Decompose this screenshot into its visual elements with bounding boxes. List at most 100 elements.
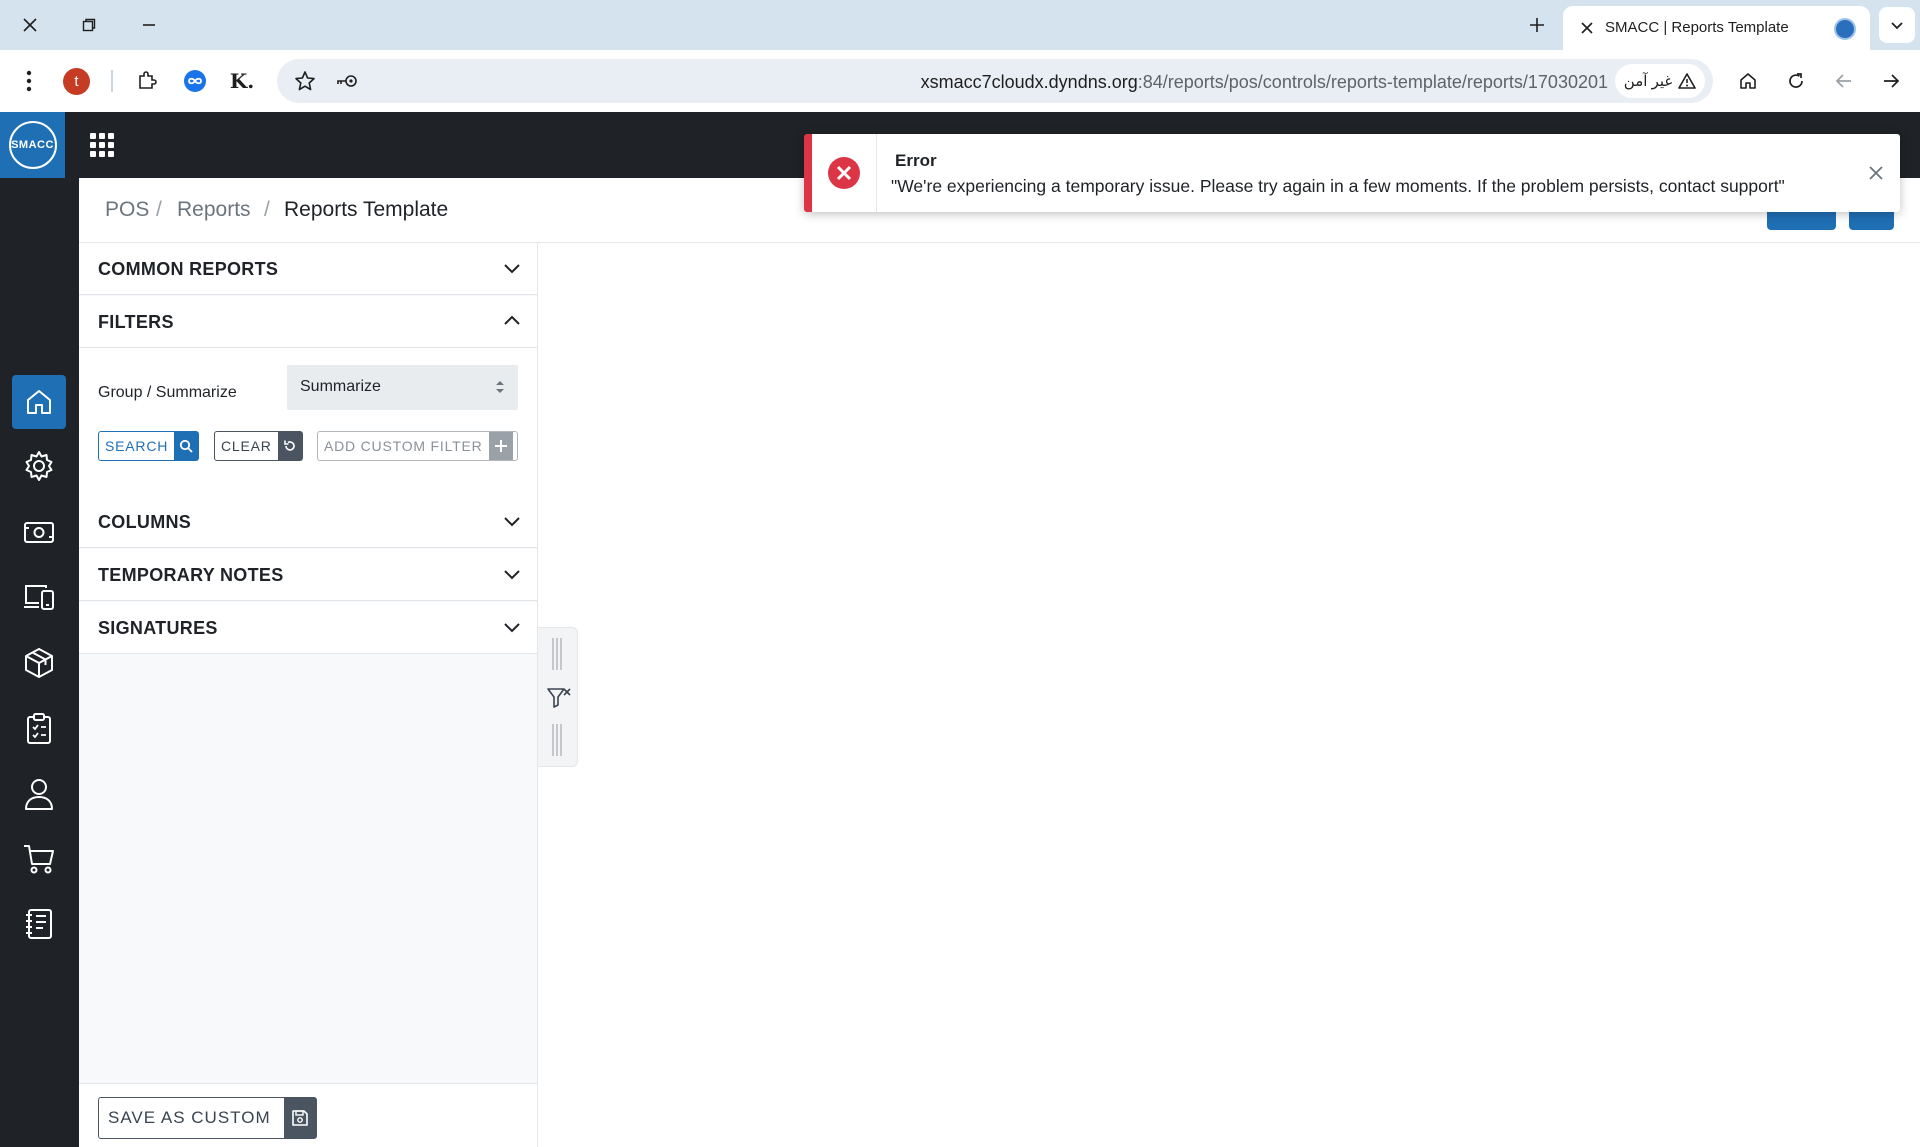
section-title: SIGNATURES — [98, 618, 218, 638]
breadcrumb-pos[interactable]: POS — [105, 198, 149, 222]
home-browser-icon[interactable] — [1733, 66, 1763, 96]
group-summarize-label: Group / Summarize — [98, 384, 237, 401]
k-extension-icon[interactable]: K. — [227, 66, 257, 96]
select-value: Summarize — [300, 378, 381, 395]
profile-avatar[interactable]: t — [63, 68, 90, 95]
save-bar: SAVE AS CUSTOM — [79, 1083, 537, 1147]
browser-menu-icon[interactable] — [14, 66, 44, 96]
window-restore-icon[interactable] — [75, 11, 103, 39]
cash-icon — [24, 522, 54, 543]
nav-reports[interactable] — [12, 701, 66, 755]
tab-favicon-icon — [1834, 18, 1856, 40]
add-custom-filter-button[interactable]: ADD CUSTOM FILTER — [317, 431, 518, 461]
filters-body: Group / Summarize Summarize SEARCH CLEAR… — [79, 348, 537, 496]
save-as-custom-label: SAVE AS CUSTOM — [108, 1108, 271, 1127]
window-close-icon[interactable] — [16, 11, 44, 39]
address-bar[interactable]: xsmacc7cloudx.dyndns.org:84/reports/pos/… — [277, 59, 1713, 103]
nav-users[interactable] — [12, 767, 66, 821]
url-host: xsmacc7cloudx.dyndns.org — [920, 72, 1138, 92]
chevron-up-icon — [504, 315, 520, 325]
infinity-extension-icon[interactable] — [180, 66, 210, 96]
chevron-down-icon — [504, 623, 520, 633]
home-icon — [27, 390, 51, 414]
extensions-icon[interactable] — [132, 66, 162, 96]
nav-cash[interactable] — [12, 505, 66, 559]
group-summarize-select[interactable]: Summarize — [287, 365, 518, 410]
user-icon — [25, 779, 53, 810]
drag-handle-icon — [552, 638, 562, 670]
section-common-reports[interactable]: COMMON REPORTS — [79, 243, 537, 295]
breadcrumb-separator: / — [264, 198, 270, 221]
select-arrows-icon — [496, 381, 504, 393]
error-toast: Error "We're experiencing a temporary is… — [804, 134, 1900, 212]
tab-close-icon[interactable] — [1575, 16, 1599, 40]
section-title: COLUMNS — [98, 512, 192, 532]
error-circle-icon — [828, 157, 860, 189]
cart-icon — [24, 845, 54, 874]
search-label: SEARCH — [105, 438, 169, 454]
logo-text: SMACC — [8, 121, 57, 169]
tab-title: SMACC | Reports Template — [1605, 19, 1789, 36]
add-custom-filter-label: ADD CUSTOM FILTER — [324, 438, 483, 454]
page-title: Reports Template — [284, 198, 449, 221]
search-icon — [174, 432, 198, 460]
toast-message: "We're experiencing a temporary issue. P… — [891, 176, 1785, 196]
toast-close-icon[interactable] — [1865, 162, 1887, 184]
app-launcher-icon[interactable] — [90, 133, 114, 157]
search-button[interactable]: SEARCH — [98, 431, 199, 461]
breadcrumb-separator: / — [156, 198, 162, 221]
forward-arrow-icon[interactable] — [1876, 66, 1906, 96]
security-indicator[interactable]: غير آمن — [1615, 64, 1705, 98]
window-minimize-icon[interactable] — [135, 11, 163, 39]
chevron-down-icon — [504, 517, 520, 527]
password-key-icon[interactable] — [332, 66, 362, 96]
report-options-panel: COMMON REPORTS FILTERS Group / Summarize… — [79, 243, 538, 1147]
panel-resize-handle[interactable] — [538, 627, 578, 767]
toast-title: Error — [895, 151, 937, 170]
app-logo[interactable]: SMACC — [0, 112, 65, 178]
breadcrumb-reports[interactable]: Reports — [177, 198, 251, 222]
clear-filter-icon — [547, 688, 571, 708]
nav-devices[interactable] — [12, 570, 66, 624]
section-title: COMMON REPORTS — [98, 259, 279, 279]
box-icon — [25, 648, 53, 678]
bookmark-star-icon[interactable] — [290, 66, 320, 96]
section-filters[interactable]: FILTERS — [79, 296, 537, 348]
save-as-custom-button[interactable]: SAVE AS CUSTOM — [98, 1097, 317, 1139]
toast-icon-column — [812, 134, 877, 212]
url-text[interactable]: xsmacc7cloudx.dyndns.org:84/reports/pos/… — [921, 72, 1608, 93]
url-path: :84/reports/pos/controls/reports-templat… — [1137, 72, 1608, 92]
tab-search-button[interactable] — [1879, 7, 1915, 43]
clear-label: CLEAR — [221, 438, 272, 454]
side-navigation — [0, 178, 79, 1147]
section-columns[interactable]: COLUMNS — [79, 496, 537, 548]
devices-icon — [24, 585, 54, 610]
plus-icon — [488, 432, 513, 460]
nav-settings[interactable] — [12, 439, 66, 493]
ledger-icon — [26, 909, 52, 939]
nav-accounting[interactable] — [12, 897, 66, 951]
save-icon — [284, 1098, 316, 1138]
toolbar-divider — [111, 70, 113, 92]
clipboard-icon — [27, 713, 51, 744]
section-title: TEMPORARY NOTES — [98, 565, 284, 585]
browser-tabbar: SMACC | Reports Template — [0, 0, 1920, 50]
section-title: FILTERS — [98, 312, 174, 332]
reload-icon[interactable] — [1781, 66, 1811, 96]
reset-icon — [277, 432, 302, 460]
warning-icon — [1678, 73, 1697, 89]
security-label: غير آمن — [1623, 73, 1673, 90]
drag-handle-icon — [552, 724, 562, 756]
nav-home[interactable] — [12, 375, 66, 429]
clear-button[interactable]: CLEAR — [214, 431, 303, 461]
back-arrow-icon[interactable] — [1829, 66, 1859, 96]
new-tab-button[interactable] — [1523, 11, 1551, 39]
browser-tab-active[interactable]: SMACC | Reports Template — [1563, 6, 1870, 50]
nav-sales[interactable] — [12, 832, 66, 886]
nav-products[interactable] — [12, 636, 66, 690]
chevron-down-icon — [504, 264, 520, 274]
section-temporary-notes[interactable]: TEMPORARY NOTES — [79, 549, 537, 601]
gear-icon — [25, 451, 53, 481]
chevron-down-icon — [504, 570, 520, 580]
section-signatures[interactable]: SIGNATURES — [79, 602, 537, 654]
